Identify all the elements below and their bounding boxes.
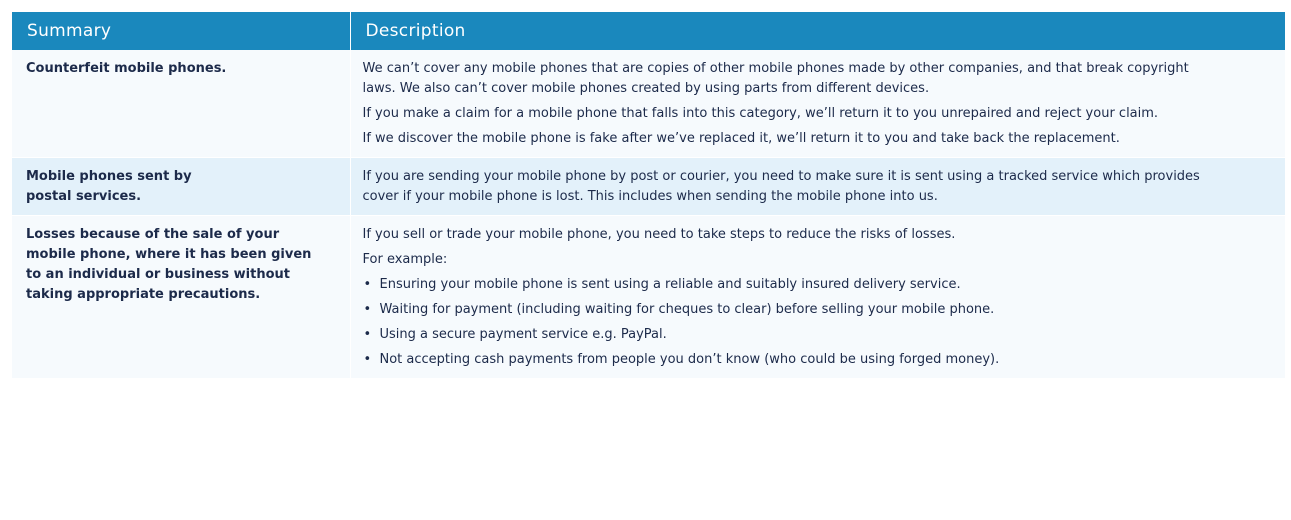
table-row: Counterfeit mobile phones. We can’t cove…	[12, 50, 1285, 158]
bullet-icon: •	[363, 327, 372, 342]
list-item-text: Not accepting cash payments from people …	[379, 352, 1000, 367]
summary-column-header: Summary	[12, 12, 351, 50]
table-body: Counterfeit mobile phones. We can’t cove…	[12, 50, 1285, 379]
description-paragraph: If we discover the mobile phone is fake …	[362, 131, 1120, 146]
list-item-text: Using a secure payment service e.g. PayP…	[379, 327, 667, 342]
list-item: • Using a secure payment service e.g. Pa…	[363, 325, 1226, 345]
bullet-icon: •	[363, 302, 372, 317]
table-row: Losses because of the sale of your mobil…	[12, 215, 1285, 379]
list-item-text: Waiting for payment (including waiting f…	[379, 302, 995, 317]
list-item: • Not accepting cash payments from peopl…	[363, 350, 1226, 370]
description-paragraph: If you are sending your mobile phone by …	[362, 169, 1200, 204]
bullet-icon: •	[363, 352, 372, 367]
summary-cell: Losses because of the sale of your mobil…	[12, 215, 351, 379]
exclusions-table: Summary Description Counterfeit mobile p…	[12, 12, 1285, 379]
description-cell: We can’t cover any mobile phones that ar…	[350, 50, 1285, 158]
list-item: • Waiting for payment (including waiting…	[363, 300, 1226, 320]
description-paragraph: If you sell or trade your mobile phone, …	[362, 227, 956, 242]
description-paragraph: For example:	[362, 252, 448, 267]
table-header: Summary Description	[12, 12, 1285, 50]
description-cell: If you are sending your mobile phone by …	[350, 157, 1285, 216]
list-item-text: Ensuring your mobile phone is sent using…	[379, 277, 961, 292]
bullet-icon: •	[363, 277, 372, 292]
description-paragraph: We can’t cover any mobile phones that ar…	[362, 61, 1189, 96]
description-cell: If you sell or trade your mobile phone, …	[350, 215, 1285, 379]
exclusions-table-wrapper: Summary Description Counterfeit mobile p…	[0, 0, 1291, 379]
table-row: Mobile phones sent by postal services. I…	[12, 157, 1285, 216]
description-column-header: Description	[350, 12, 1285, 50]
precautions-list: • Ensuring your mobile phone is sent usi…	[363, 275, 1226, 370]
list-item: • Ensuring your mobile phone is sent usi…	[363, 275, 1226, 295]
header-row: Summary Description	[12, 12, 1285, 50]
description-paragraph: If you make a claim for a mobile phone t…	[362, 106, 1159, 121]
summary-cell: Mobile phones sent by postal services.	[12, 157, 351, 216]
summary-cell: Counterfeit mobile phones.	[12, 50, 351, 158]
